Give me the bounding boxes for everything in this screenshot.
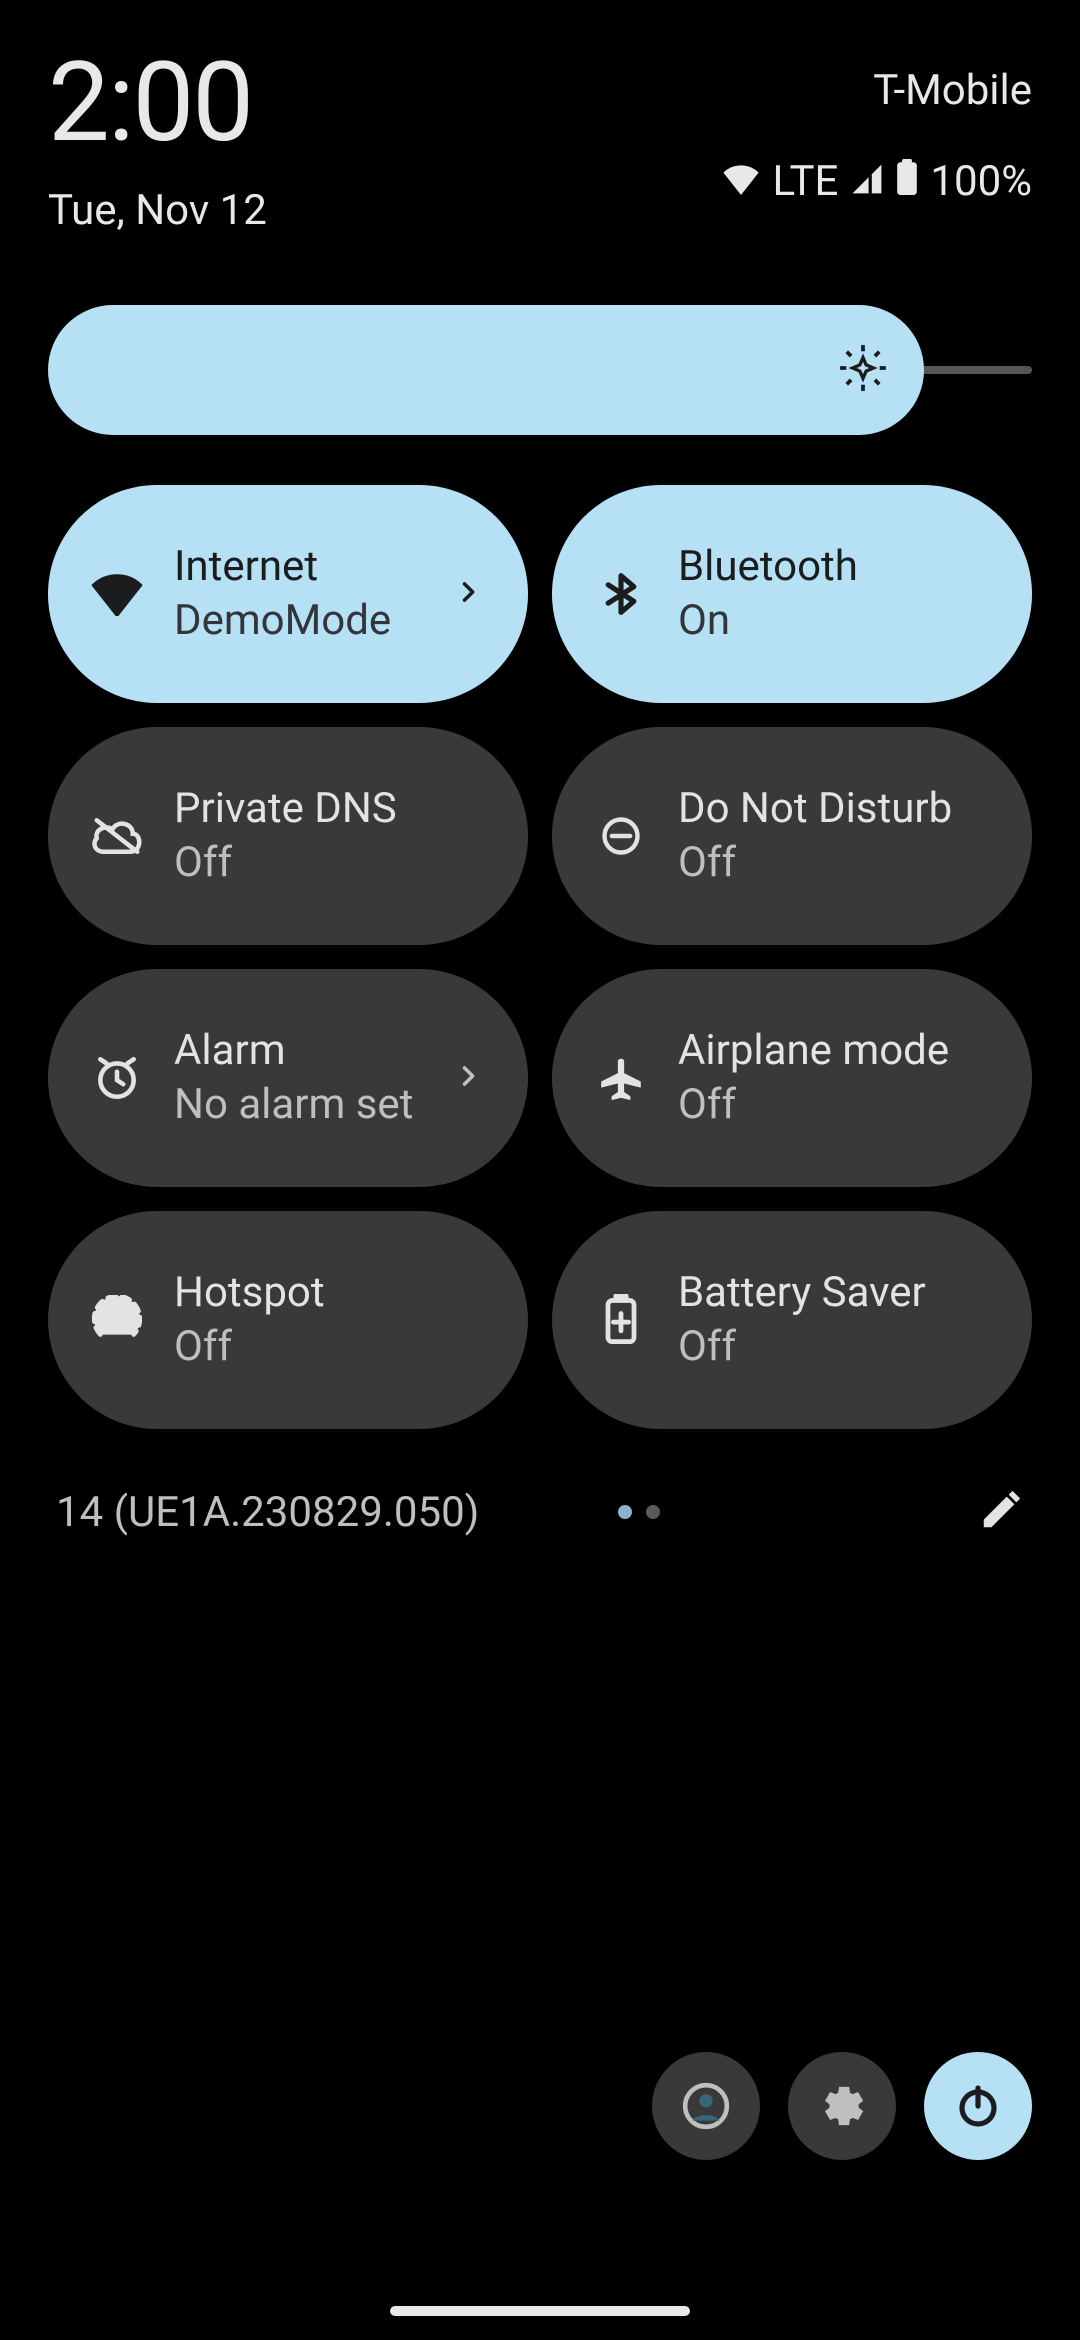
page-indicator[interactable] — [319, 1505, 958, 1519]
tile-title: Do Not Disturb — [678, 784, 990, 834]
brightness-slider[interactable] — [48, 305, 1032, 435]
battery-icon — [896, 157, 918, 206]
tile-dnd[interactable]: Do Not Disturb Off — [552, 727, 1032, 945]
qs-tile-grid: Internet DemoMode Bluetooth On Private D… — [48, 485, 1032, 1429]
tile-subtitle: Off — [678, 838, 990, 888]
wifi-icon — [90, 572, 144, 616]
edit-tiles-button[interactable] — [978, 1487, 1024, 1537]
chevron-right-icon[interactable] — [454, 1062, 482, 1094]
status-icons: LTE 100% — [721, 157, 1033, 206]
tile-subtitle: Off — [174, 838, 486, 888]
signal-strength-icon — [850, 157, 884, 206]
tile-subtitle: Off — [678, 1080, 990, 1130]
hotspot-icon — [90, 1295, 144, 1345]
wifi-status-icon — [721, 157, 761, 206]
battery-percent-label: 100% — [930, 157, 1032, 206]
nav-gesture-handle[interactable] — [390, 2306, 690, 2316]
brightness-icon — [838, 343, 888, 397]
chevron-right-icon[interactable] — [454, 578, 482, 610]
tile-subtitle: On — [678, 596, 990, 646]
power-menu-button[interactable] — [924, 2052, 1032, 2160]
network-type-label: LTE — [773, 157, 839, 206]
tile-bluetooth[interactable]: Bluetooth On — [552, 485, 1032, 703]
tile-hotspot[interactable]: Hotspot Off — [48, 1211, 528, 1429]
page-dot — [646, 1505, 660, 1519]
clock-date: Tue, Nov 12 — [48, 186, 267, 235]
user-switch-button[interactable] — [652, 2052, 760, 2160]
alarm-icon — [90, 1053, 144, 1103]
tile-battery-saver[interactable]: Battery Saver Off — [552, 1211, 1032, 1429]
tile-title: Hotspot — [174, 1268, 486, 1318]
tile-title: Bluetooth — [678, 542, 990, 592]
clock-time: 2:00 — [48, 48, 267, 158]
tile-subtitle: Off — [678, 1322, 990, 1372]
page-dot — [618, 1505, 632, 1519]
tile-title: Battery Saver — [678, 1268, 990, 1318]
tile-subtitle: Off — [174, 1322, 486, 1372]
tile-subtitle: No alarm set — [174, 1080, 486, 1130]
tile-title: Airplane mode — [678, 1026, 990, 1076]
bluetooth-icon — [594, 566, 648, 622]
dnd-icon — [594, 814, 648, 858]
tile-airplane[interactable]: Airplane mode Off — [552, 969, 1032, 1187]
airplane-icon — [594, 1053, 648, 1103]
qs-header: 2:00 Tue, Nov 12 T-Mobile LTE 100% — [48, 48, 1032, 235]
tile-alarm[interactable]: Alarm No alarm set — [48, 969, 528, 1187]
battery-saver-icon — [594, 1294, 648, 1346]
cloud-off-icon — [90, 814, 144, 858]
qs-footer-actions — [652, 2052, 1032, 2160]
tile-title: Alarm — [174, 1026, 486, 1076]
tile-private-dns[interactable]: Private DNS Off — [48, 727, 528, 945]
carrier-label: T-Mobile — [873, 66, 1032, 115]
tile-internet[interactable]: Internet DemoMode — [48, 485, 528, 703]
settings-button[interactable] — [788, 2052, 896, 2160]
tile-title: Private DNS — [174, 784, 486, 834]
tile-subtitle: DemoMode — [174, 596, 486, 646]
tile-title: Internet — [174, 542, 486, 592]
